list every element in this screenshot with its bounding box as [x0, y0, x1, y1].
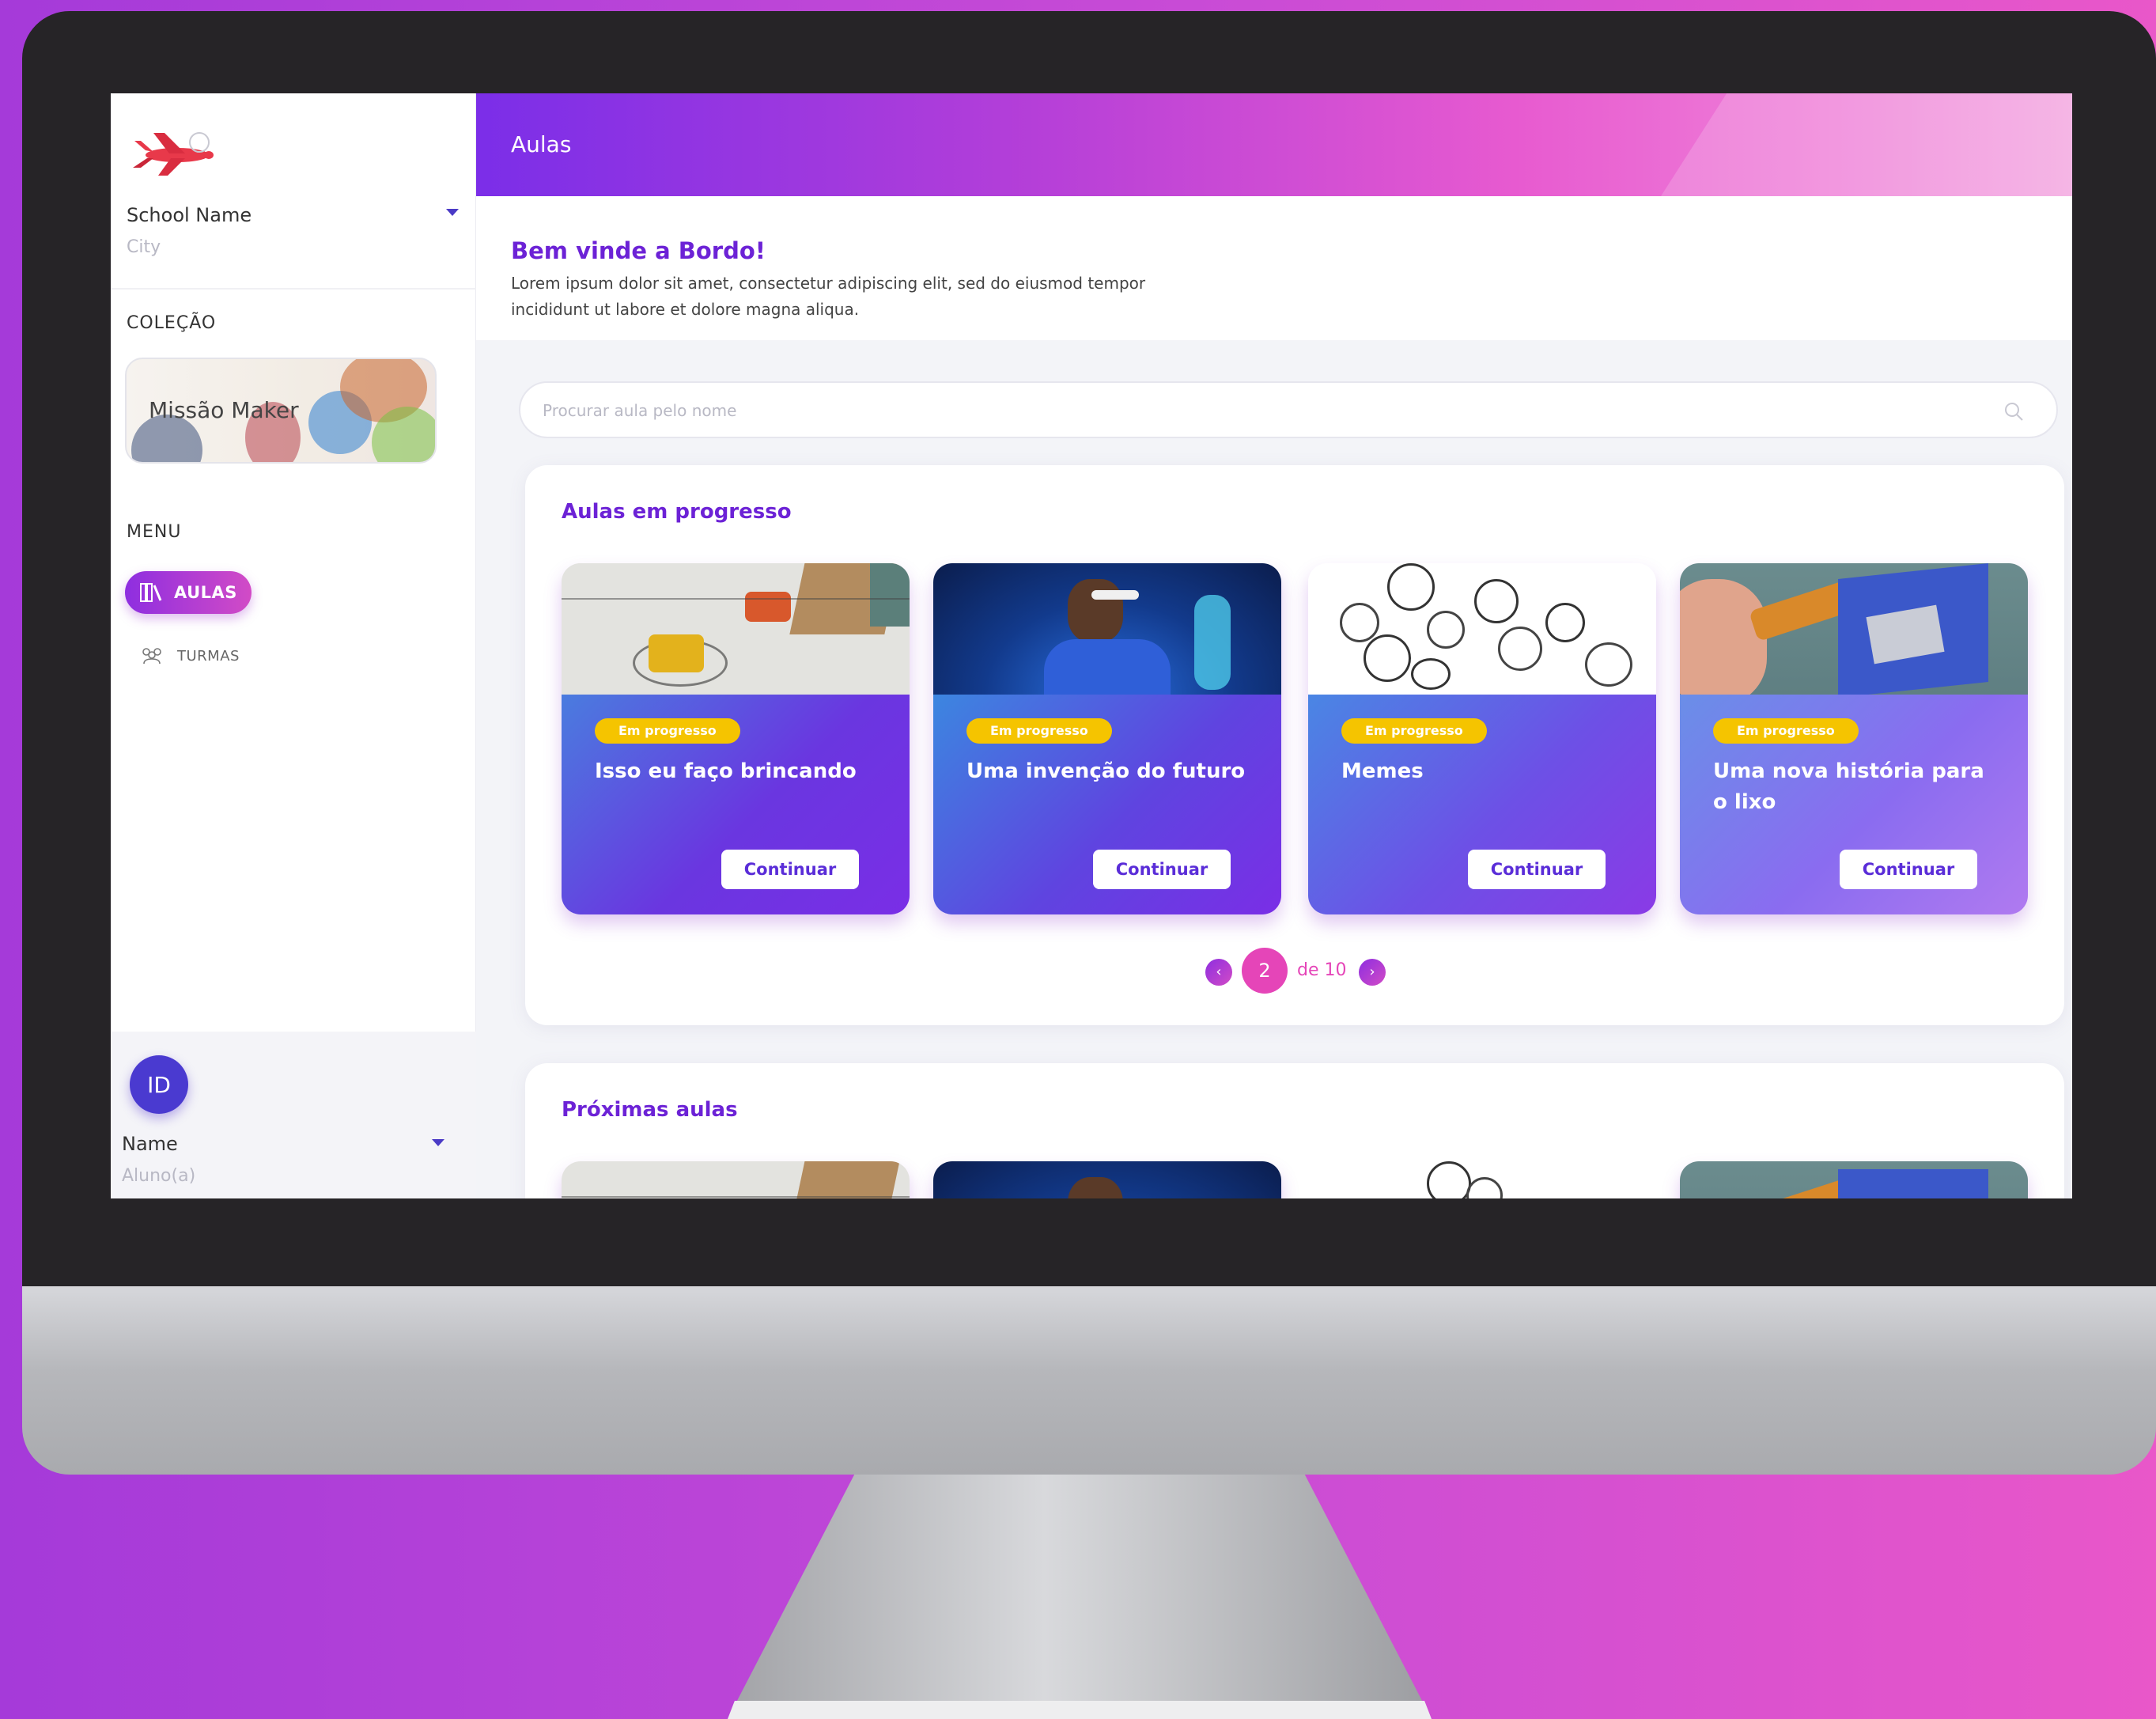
page-header: Aulas	[476, 93, 2072, 196]
school-name: School Name	[127, 204, 252, 226]
lesson-card[interactable]: Em progresso Uma invenção do futuro Cont…	[933, 563, 1281, 914]
lesson-card[interactable]	[1308, 1161, 1656, 1198]
lesson-image-future-invention	[933, 1161, 1281, 1198]
sidebar-item-label: TURMAS	[177, 647, 240, 665]
lesson-card[interactable]	[933, 1161, 1281, 1198]
lesson-title: Memes	[1341, 759, 1424, 783]
chevron-left-icon[interactable]: ‹	[1205, 959, 1232, 986]
chevron-down-icon[interactable]	[446, 209, 459, 216]
section-title: Aulas em progresso	[562, 500, 792, 524]
lesson-image-robot-car	[562, 563, 910, 695]
lesson-title: Isso eu faço brincando	[595, 759, 857, 783]
sidebar-item-aulas[interactable]: AULAS	[125, 571, 252, 614]
sidebar-item-label: AULAS	[174, 583, 237, 602]
current-page[interactable]: 2	[1242, 948, 1288, 994]
pagination: ‹ 2 de 10 ›	[525, 948, 2064, 995]
continue-button[interactable]: Continuar	[1468, 850, 1606, 889]
divider	[111, 288, 476, 290]
collection-label: COLEÇÃO	[127, 313, 217, 333]
collection-card[interactable]: Missão Maker	[125, 358, 437, 464]
collection-title: Missão Maker	[149, 397, 299, 423]
monitor-stand	[728, 1475, 1432, 1719]
search-icon[interactable]	[2003, 400, 2025, 422]
welcome-title: Bem vinde a Bordo!	[511, 237, 766, 264]
chevron-right-icon[interactable]: ›	[1359, 959, 1386, 986]
airplane-logo-icon	[133, 132, 214, 176]
status-badge: Em progresso	[1713, 718, 1859, 744]
lesson-card-body: Em progresso Memes Continuar	[1308, 695, 1656, 914]
lesson-card[interactable]	[562, 1161, 910, 1198]
lesson-image-recycling	[1680, 1161, 2028, 1198]
status-badge: Em progresso	[595, 718, 740, 744]
lesson-card[interactable]: Em progresso Uma nova história para o li…	[1680, 563, 2028, 914]
page-title: Aulas	[511, 131, 572, 157]
lesson-image-future-invention	[933, 563, 1281, 695]
school-city: City	[127, 237, 161, 257]
lesson-card[interactable]: Em progresso Isso eu faço brincando Cont…	[562, 563, 910, 914]
lesson-title: Uma nova história para o lixo	[1713, 759, 1984, 814]
page-total: de 10	[1297, 960, 1347, 980]
chevron-down-icon[interactable]	[432, 1139, 444, 1146]
user-profile[interactable]: ID Name Aluno(a)	[111, 1032, 476, 1198]
lesson-image-recycling	[1680, 563, 2028, 695]
header-decoration	[1661, 93, 2072, 196]
menu-label: MENU	[127, 522, 182, 542]
monitor-stand-base	[728, 1701, 1432, 1719]
user-role: Aluno(a)	[122, 1166, 196, 1186]
lesson-image-memes	[1308, 563, 1656, 695]
status-badge: Em progresso	[1341, 718, 1487, 744]
lesson-image-robot-car	[562, 1161, 910, 1198]
school-selector[interactable]: School Name City	[127, 204, 459, 257]
continue-button[interactable]: Continuar	[1840, 850, 1977, 889]
lesson-card-body: Em progresso Uma nova história para o li…	[1680, 695, 2028, 914]
welcome-text: Lorem ipsum dolor sit amet, consectetur …	[511, 274, 1146, 319]
books-icon	[140, 583, 162, 602]
lesson-card-body: Em progresso Isso eu faço brincando Cont…	[562, 695, 910, 914]
sidebar-item-turmas[interactable]: TURMAS	[139, 647, 240, 665]
search-bar	[519, 381, 2058, 438]
lesson-card-body: Em progresso Uma invenção do futuro Cont…	[933, 695, 1281, 914]
continue-button[interactable]: Continuar	[721, 850, 859, 889]
lesson-image-memes	[1308, 1161, 1656, 1198]
avatar[interactable]: ID	[130, 1055, 188, 1114]
in-progress-panel: Aulas em progresso Em progresso Isso eu …	[525, 465, 2064, 1025]
lesson-title: Uma invenção do futuro	[966, 759, 1246, 783]
upcoming-panel: Próximas aulas	[525, 1063, 2064, 1198]
continue-button[interactable]: Continuar	[1093, 850, 1231, 889]
group-icon	[142, 648, 161, 665]
monitor-chin	[22, 1286, 2156, 1475]
section-title: Próximas aulas	[562, 1098, 738, 1122]
lesson-card[interactable]	[1680, 1161, 2028, 1198]
welcome-banner: Bem vinde a Bordo! Lorem ipsum dolor sit…	[476, 196, 2072, 340]
lesson-card[interactable]: Em progresso Memes Continuar	[1308, 563, 1656, 914]
sidebar: School Name City COLEÇÃO Missão Maker ME…	[111, 93, 476, 1198]
user-name: Name	[122, 1133, 178, 1155]
search-input[interactable]	[543, 397, 1966, 424]
app-screen: School Name City COLEÇÃO Missão Maker ME…	[111, 93, 2072, 1198]
status-badge: Em progresso	[966, 718, 1112, 744]
